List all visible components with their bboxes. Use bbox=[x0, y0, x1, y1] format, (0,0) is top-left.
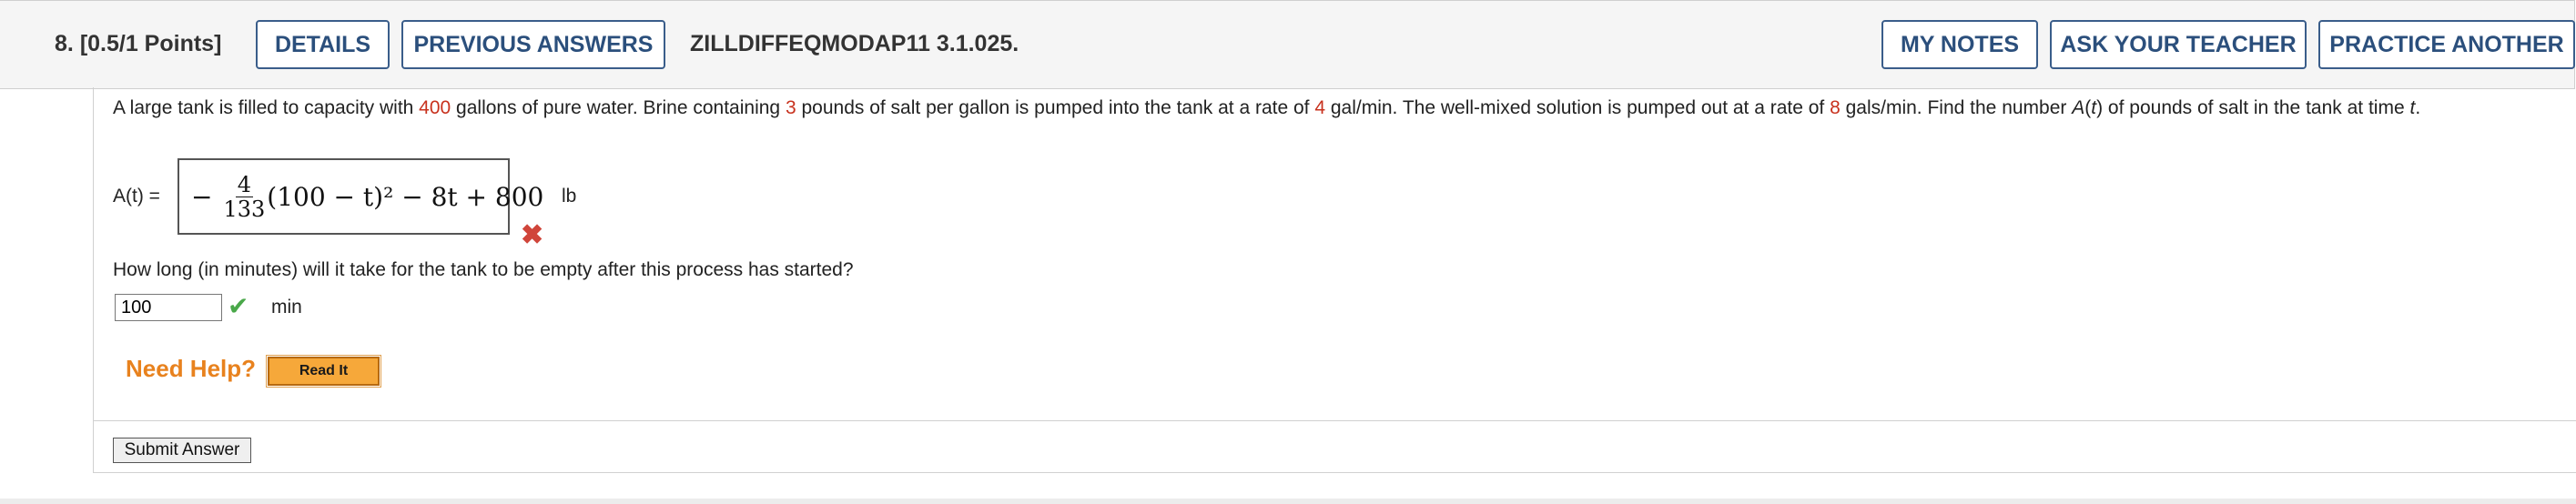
points-label: [0.5/1 Points] bbox=[79, 31, 222, 56]
answer-label: A(t) = bbox=[113, 186, 160, 207]
submit-answer-button[interactable]: Submit Answer bbox=[113, 438, 251, 463]
check-icon: ✔ bbox=[228, 292, 249, 320]
need-help-label: Need Help? bbox=[126, 355, 257, 382]
unit-lb: lb bbox=[562, 186, 577, 207]
problem-text: A large tank is filled to capacity with … bbox=[113, 97, 2421, 118]
bottom-separator bbox=[0, 499, 2576, 504]
question-points: 8. [0.5/1 Points] bbox=[55, 31, 221, 57]
question-2-text: How long (in minutes) will it take for t… bbox=[113, 259, 854, 280]
my-notes-button[interactable]: MY NOTES bbox=[1881, 20, 2038, 69]
value-4: 4 bbox=[1314, 97, 1326, 118]
value-3: 3 bbox=[785, 97, 796, 118]
divider bbox=[94, 420, 2576, 421]
question-id: ZILLDIFFEQMODAP11 3.1.025. bbox=[690, 31, 1019, 56]
time-answer-input[interactable] bbox=[115, 294, 222, 321]
practice-another-button[interactable]: PRACTICE ANOTHER bbox=[2318, 20, 2575, 69]
question-number: 8. bbox=[55, 31, 74, 56]
math-expression: − 4 133 (100 − t)² − 8t + 800 bbox=[191, 171, 544, 222]
unit-min: min bbox=[271, 297, 302, 318]
ask-your-teacher-button[interactable]: ASK YOUR TEACHER bbox=[2050, 20, 2307, 69]
fraction: 4 133 bbox=[223, 171, 266, 222]
value-400: 400 bbox=[419, 97, 451, 118]
previous-answers-button[interactable]: PREVIOUS ANSWERS bbox=[401, 20, 665, 69]
value-8: 8 bbox=[1830, 97, 1841, 118]
x-mark-icon: ✖ bbox=[521, 220, 544, 250]
details-button[interactable]: DETAILS bbox=[256, 20, 390, 69]
read-it-button[interactable]: Read It bbox=[266, 355, 381, 388]
